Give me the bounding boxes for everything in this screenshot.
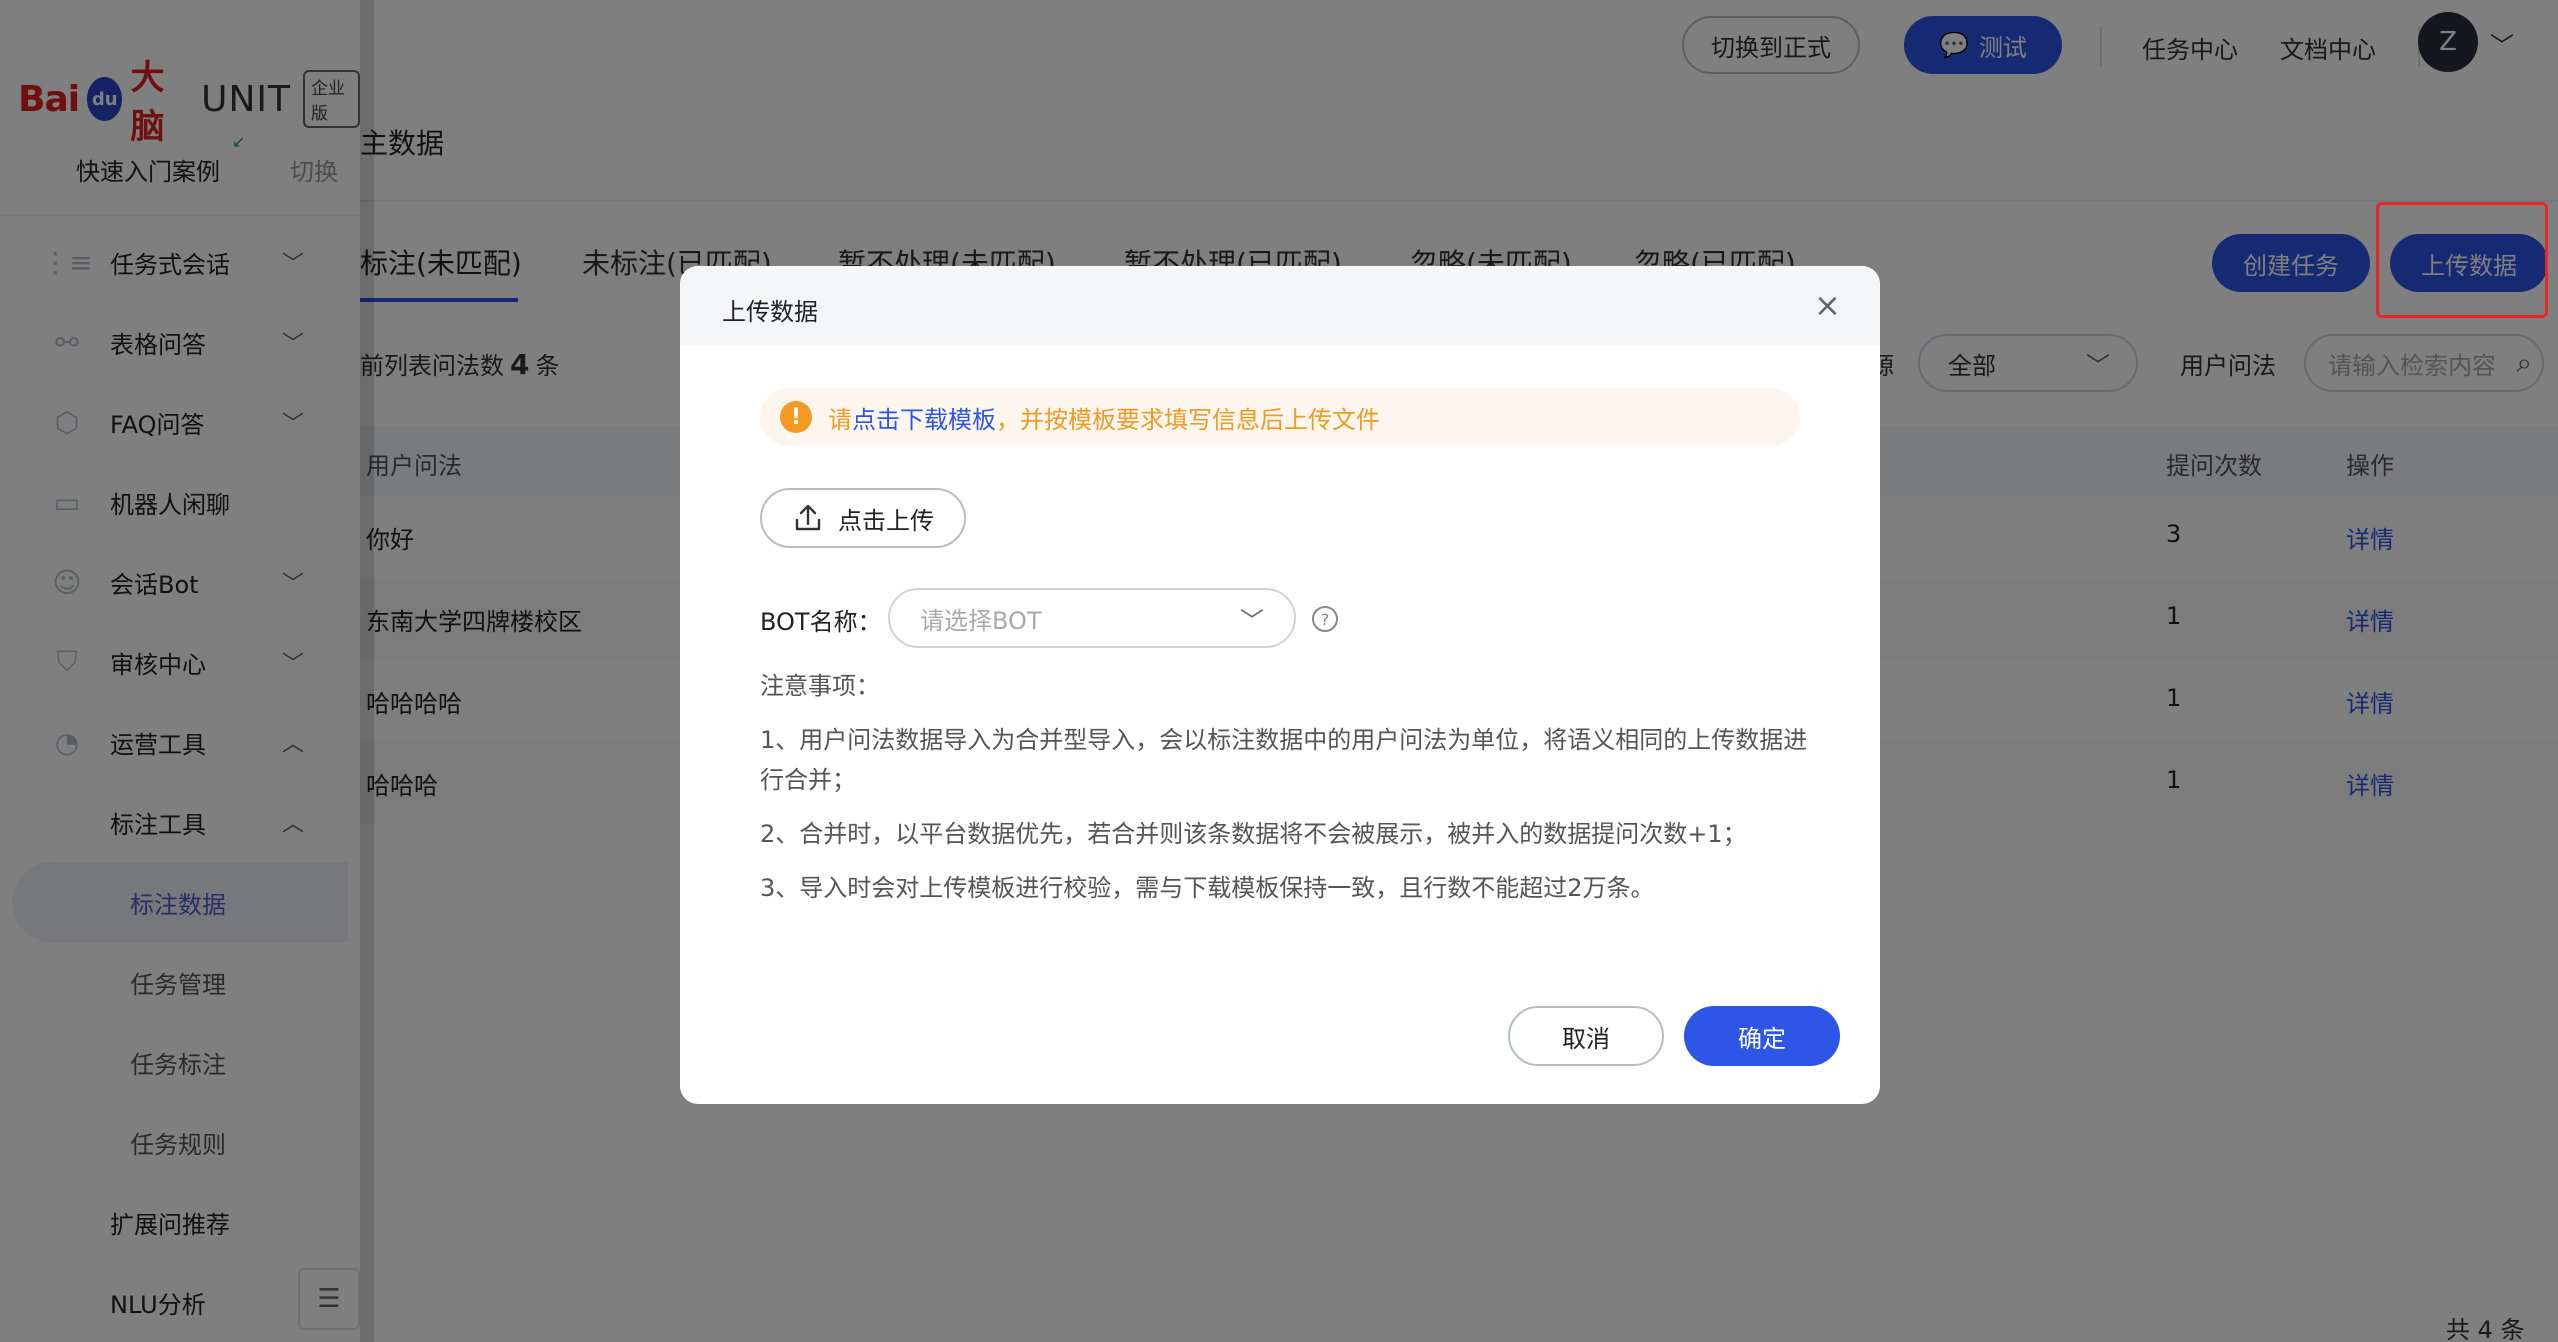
bot-name-label: BOT名称：	[760, 608, 882, 636]
note-item: 1、用户问法数据导入为合并型导入，会以标注数据中的用户问法为单位，将语义相同的上…	[760, 726, 1808, 794]
bot-select[interactable]: 请选择BOT ﹀	[888, 588, 1296, 648]
help-icon[interactable]: ?	[1312, 606, 1338, 632]
upload-file-button[interactable]: 点击上传	[760, 488, 966, 548]
chevron-down-icon: ﹀	[1240, 606, 1264, 635]
notes-title: 注意事项：	[760, 672, 880, 700]
confirm-button[interactable]: 确定	[1684, 1006, 1840, 1066]
modal-header: 上传数据 ×	[680, 266, 1880, 346]
modal-title: 上传数据	[722, 298, 818, 326]
upload-icon	[795, 504, 821, 531]
notice-pre: 请	[828, 405, 852, 434]
note-item: 3、导入时会对上传模板进行校验，需与下载模板保持一致，且行数不能超过2万条。	[760, 874, 1655, 902]
notice-banner: ! 请 点击下载模板 ，并按模板要求填写信息后上传文件	[760, 388, 1800, 446]
notes-section: 注意事项： 1、用户问法数据导入为合并型导入，会以标注数据中的用户问法为单位，将…	[760, 666, 1810, 922]
annotation-highlight	[2376, 202, 2548, 318]
notice-post: ，并按模板要求填写信息后上传文件	[996, 405, 1380, 434]
note-item: 2、合并时，以平台数据优先，若合并则该条数据将不会被展示，被并入的数据提问次数+…	[760, 820, 1747, 848]
download-template-link[interactable]: 点击下载模板	[852, 400, 996, 435]
overlay-shadow	[360, 0, 374, 1342]
upload-data-modal: 上传数据 × ! 请 点击下载模板 ，并按模板要求填写信息后上传文件 点击上传 …	[680, 266, 1880, 1104]
upload-button-label: 点击上传	[838, 506, 934, 535]
warning-icon: !	[780, 401, 812, 433]
bot-select-placeholder: 请选择BOT	[920, 606, 1042, 635]
close-icon[interactable]: ×	[1814, 286, 1841, 324]
cancel-button[interactable]: 取消	[1508, 1006, 1664, 1066]
